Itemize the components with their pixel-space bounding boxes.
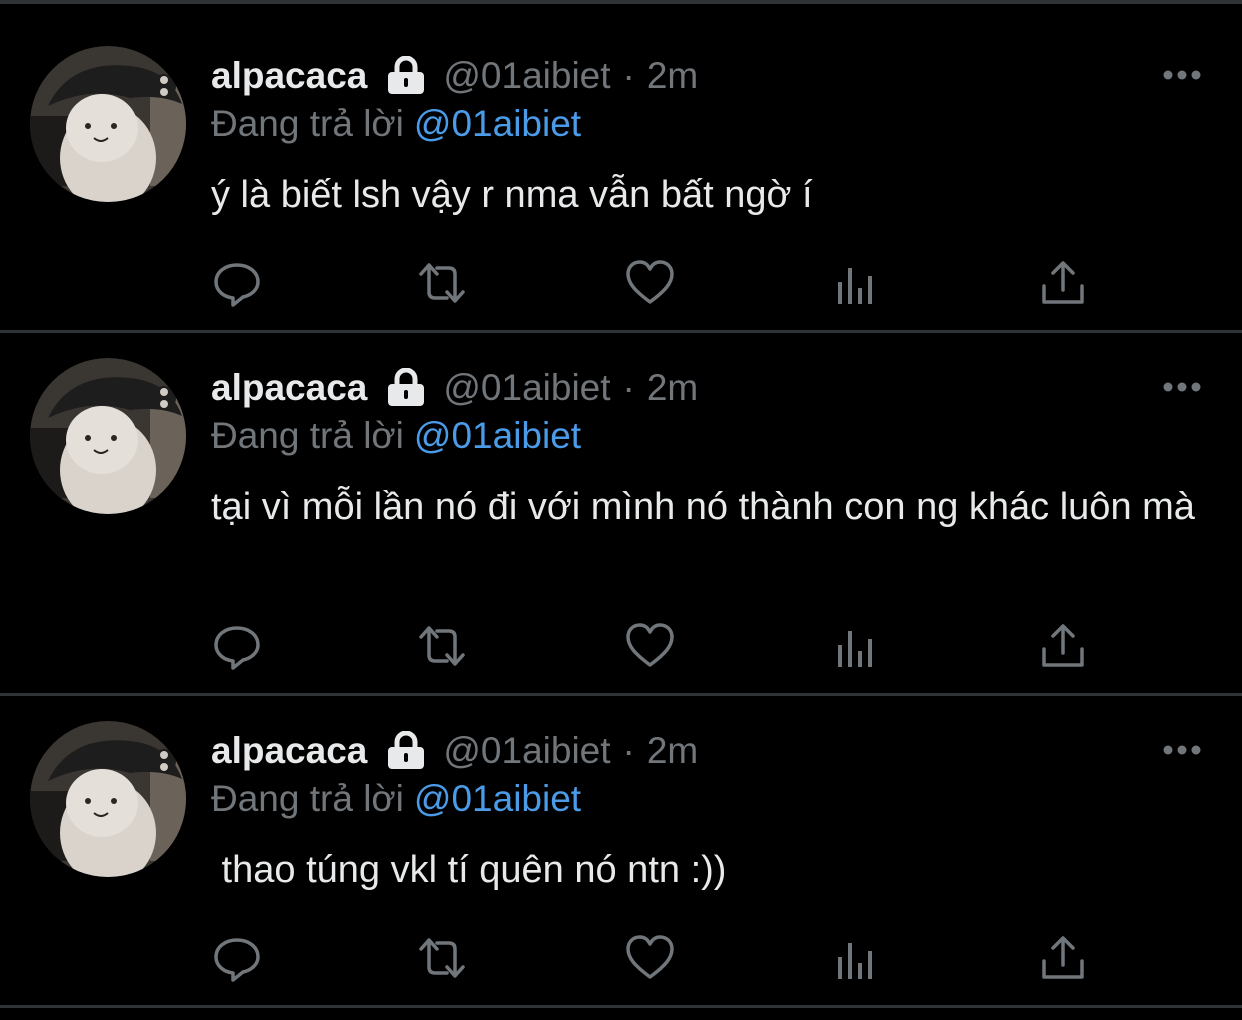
reply-handle-link[interactable]: @01aibiet xyxy=(414,415,581,456)
separator-dot: · xyxy=(622,55,635,96)
timestamp[interactable]: 2m xyxy=(647,55,698,97)
share-icon[interactable] xyxy=(1038,621,1088,671)
reply-prefix: Đang trả lời xyxy=(211,778,404,819)
separator-dot: · xyxy=(622,730,635,771)
tweet[interactable]: alpacaca @01aibiet · 2m Đang trả lời @01a… xyxy=(0,696,1242,1008)
timestamp[interactable]: 2m xyxy=(647,730,698,772)
reply-context: Đang trả lời @01aibiet xyxy=(211,103,581,145)
more-icon[interactable] xyxy=(1162,69,1202,81)
tweet[interactable]: alpacaca @01aibiet · 2m Đang trả lời @01a… xyxy=(0,4,1242,333)
analytics-icon[interactable] xyxy=(832,258,882,308)
share-icon[interactable] xyxy=(1038,933,1088,983)
analytics-icon[interactable] xyxy=(832,621,882,671)
display-name[interactable]: alpacaca xyxy=(211,367,367,409)
share-icon[interactable] xyxy=(1038,258,1088,308)
reply-prefix: Đang trả lời xyxy=(211,103,404,144)
tweet-header: alpacaca @01aibiet · 2m xyxy=(211,363,698,413)
tweet-header: alpacaca @01aibiet · 2m xyxy=(211,726,698,776)
reply-icon[interactable] xyxy=(212,621,262,671)
more-icon[interactable] xyxy=(1162,381,1202,393)
like-icon[interactable] xyxy=(625,258,675,308)
retweet-icon[interactable] xyxy=(417,258,467,308)
handle[interactable]: @01aibiet xyxy=(443,367,610,409)
retweet-icon[interactable] xyxy=(417,933,467,983)
avatar[interactable] xyxy=(30,358,186,514)
tweet-header: alpacaca @01aibiet · 2m xyxy=(211,51,698,101)
avatar[interactable] xyxy=(30,721,186,877)
lock-icon xyxy=(388,56,425,94)
reply-context: Đang trả lời @01aibiet xyxy=(211,778,581,820)
reply-prefix: Đang trả lời xyxy=(211,415,404,456)
action-bar xyxy=(212,933,1092,983)
separator-dot: · xyxy=(622,367,635,408)
reply-icon[interactable] xyxy=(212,933,262,983)
reply-handle-link[interactable]: @01aibiet xyxy=(414,778,581,819)
like-icon[interactable] xyxy=(625,621,675,671)
tweet-text: tại vì mỗi lần nó đi với mình nó thành c… xyxy=(211,486,1195,528)
more-icon[interactable] xyxy=(1162,744,1202,756)
display-name[interactable]: alpacaca xyxy=(211,55,367,97)
reply-icon[interactable] xyxy=(212,258,262,308)
tweet-text: thao túng vkl tí quên nó ntn :)) xyxy=(211,849,727,891)
handle[interactable]: @01aibiet xyxy=(443,55,610,97)
avatar[interactable] xyxy=(30,46,186,202)
retweet-icon[interactable] xyxy=(417,621,467,671)
reply-context: Đang trả lời @01aibiet xyxy=(211,415,581,457)
reply-handle-link[interactable]: @01aibiet xyxy=(414,103,581,144)
timestamp[interactable]: 2m xyxy=(647,367,698,409)
like-icon[interactable] xyxy=(625,933,675,983)
handle[interactable]: @01aibiet xyxy=(443,730,610,772)
action-bar xyxy=(212,621,1092,671)
tweet-text: ý là biết lsh vậy r nma vẫn bất ngờ í xyxy=(211,174,813,216)
lock-icon xyxy=(388,368,425,406)
action-bar xyxy=(212,258,1092,308)
tweet[interactable]: alpacaca @01aibiet · 2m Đang trả lời @01a… xyxy=(0,333,1242,696)
display-name[interactable]: alpacaca xyxy=(211,730,367,772)
analytics-icon[interactable] xyxy=(832,933,882,983)
lock-icon xyxy=(388,731,425,769)
